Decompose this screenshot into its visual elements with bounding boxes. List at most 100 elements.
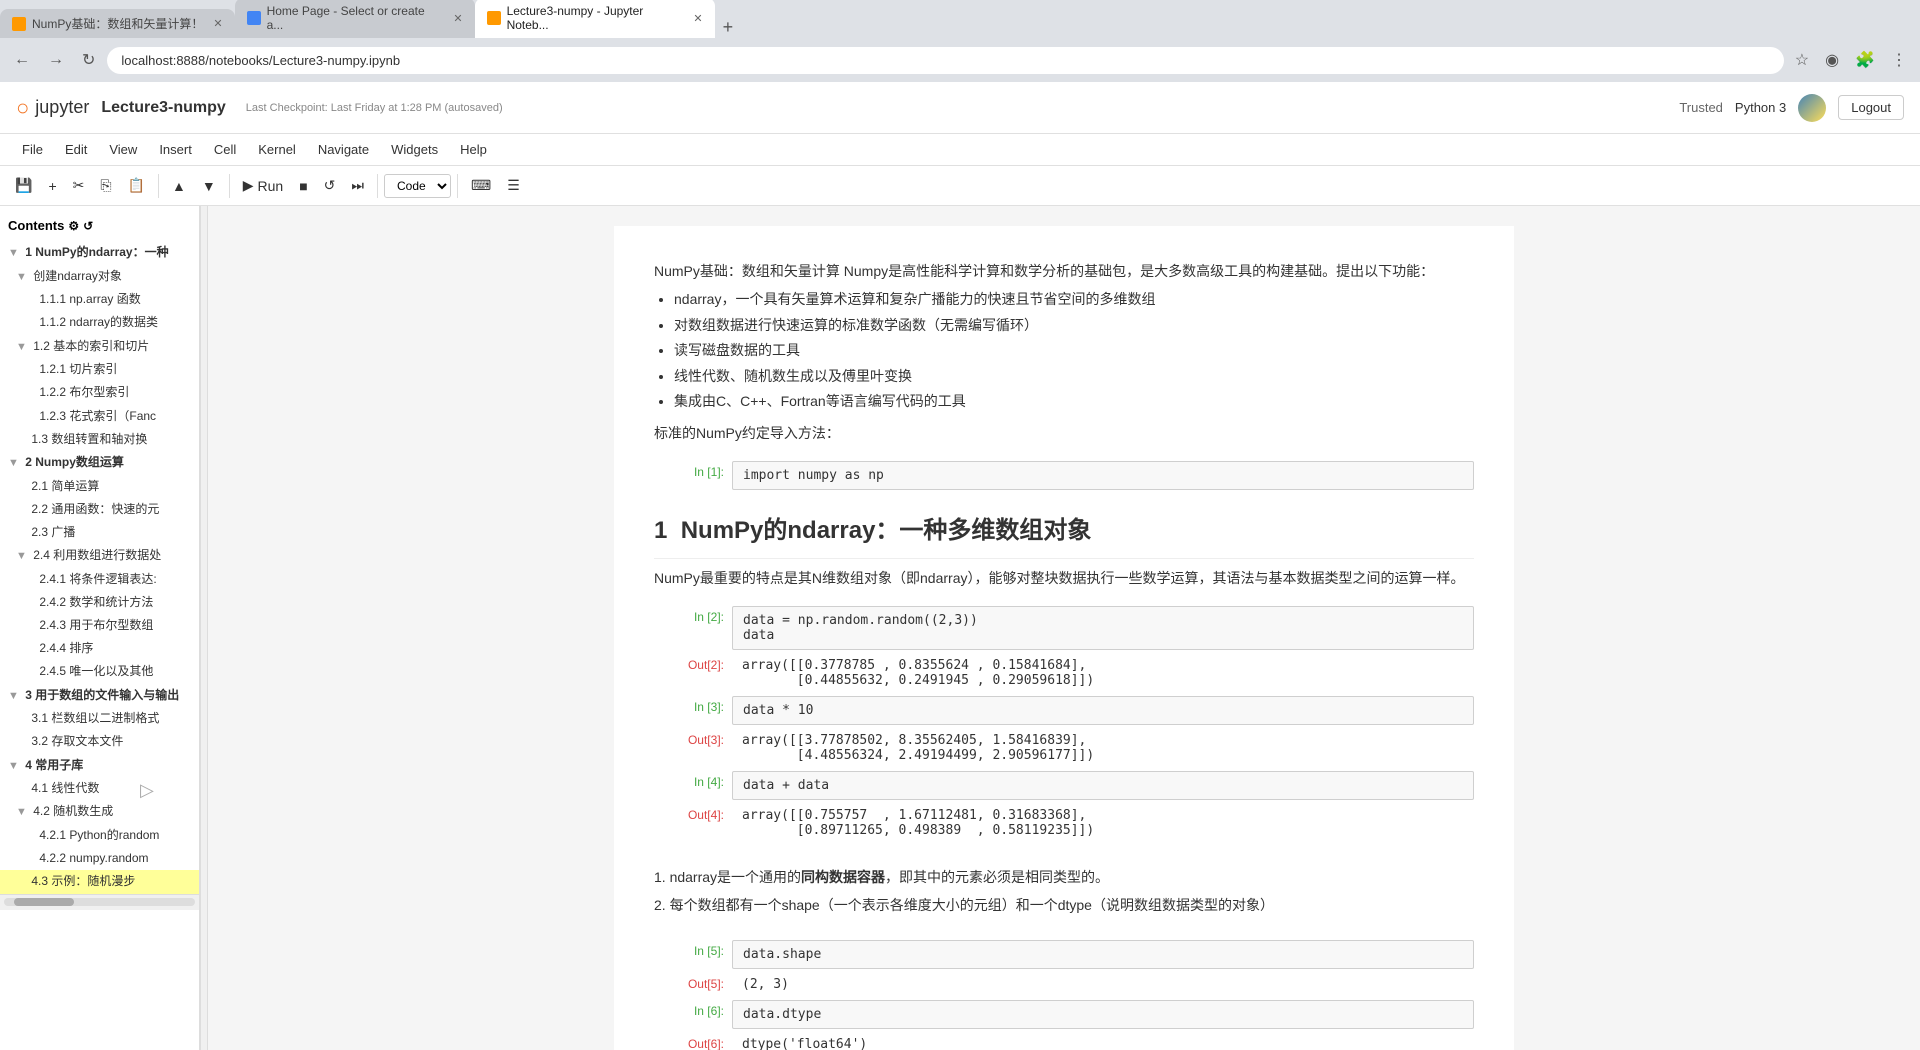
menu-view[interactable]: View <box>99 138 147 161</box>
sidebar-settings-icon[interactable]: ⚙ <box>68 219 79 233</box>
menu-file[interactable]: File <box>12 138 53 161</box>
address-bar: ← → ↻ localhost:8888/notebooks/Lecture3-… <box>0 38 1920 82</box>
code-box-5[interactable]: data.shape <box>732 940 1474 969</box>
menu-edit[interactable]: Edit <box>55 138 97 161</box>
move-down-button[interactable]: ▼ <box>195 174 223 198</box>
sidebar-header: Contents ⚙ ↺ <box>0 214 199 241</box>
sidebar-item-10[interactable]: 2.1 简单运算 <box>0 475 199 498</box>
tab1-favicon <box>12 17 26 31</box>
profile-icon[interactable]: ◉ <box>1820 46 1844 74</box>
code-box-4[interactable]: data + data <box>732 771 1474 800</box>
forward-button[interactable]: → <box>42 47 70 73</box>
tab2-close[interactable]: ✕ <box>453 12 462 25</box>
logout-button[interactable]: Logout <box>1838 95 1904 120</box>
sidebar-item-0[interactable]: ▼ 1 NumPy的ndarray：一种 <box>0 241 199 265</box>
sidebar-item-16[interactable]: 2.4.3 用于布尔型数组 <box>0 614 199 637</box>
run-button[interactable]: ▶ Run <box>236 173 290 198</box>
section1-heading: 1 NumPy的ndarray：一种多维数组对象 NumPy最重要的特点是其N维… <box>654 492 1474 604</box>
menu-help[interactable]: Help <box>450 138 497 161</box>
paste-button[interactable]: 📋 <box>121 173 152 198</box>
move-up-button[interactable]: ▲ <box>165 174 193 198</box>
cell-row-in-6: In [6]: data.dtype <box>654 1000 1474 1029</box>
menu-navigate[interactable]: Navigate <box>308 138 379 161</box>
sidebar-item-27[interactable]: 4.3 示例：随机漫步 <box>0 870 199 893</box>
menu-insert[interactable]: Insert <box>149 138 202 161</box>
tab3-close[interactable]: ✕ <box>693 12 702 25</box>
sidebar-scroll-thumb[interactable] <box>14 898 74 906</box>
cell-in-label-3: In [3]: <box>654 696 724 714</box>
sidebar-item-5[interactable]: 1.2.1 切片索引 <box>0 358 199 381</box>
notebook-title[interactable]: Lecture3-numpy <box>101 99 225 117</box>
menu-widgets[interactable]: Widgets <box>381 138 448 161</box>
cut-button[interactable]: ✂ <box>66 173 92 198</box>
feature-1: 对数组数据进行快速运算的标准数学函数（无需编写循环） <box>674 314 1474 336</box>
code-box-6[interactable]: data.dtype <box>732 1000 1474 1029</box>
copy-button[interactable]: ⎘ <box>93 173 118 198</box>
cell-in-label-5: In [5]: <box>654 940 724 958</box>
sidebar-item-13[interactable]: ▼ 2.4 利用数组进行数据处 <box>0 544 199 568</box>
sidebar-item-7[interactable]: 1.2.3 花式索引（Fanc <box>0 405 199 428</box>
bookmark-icon[interactable]: ☆ <box>1790 46 1814 74</box>
tab-1[interactable]: NumPy基础：数组和矢量计算！ ✕ <box>0 9 235 38</box>
new-tab-button[interactable]: + <box>715 17 742 38</box>
sidebar-item-6[interactable]: 1.2.2 布尔型索引 <box>0 381 199 404</box>
cell-row-in-2: In [2]: data = np.random.random((2,3)) d… <box>654 606 1474 650</box>
save-button[interactable]: 💾 <box>8 173 39 198</box>
sidebar-scroll-track[interactable] <box>4 898 195 906</box>
sidebar-item-14[interactable]: 2.4.1 将条件逻辑表达: <box>0 568 199 591</box>
menu-icon[interactable]: ⋮ <box>1886 46 1912 74</box>
code-box-1[interactable]: import numpy as np <box>732 461 1474 490</box>
sidebar-item-19[interactable]: ▼ 3 用于数组的文件输入与输出 <box>0 684 199 708</box>
restart-button[interactable]: ↺ <box>317 173 343 198</box>
sidebar-item-17[interactable]: 2.4.4 排序 <box>0 637 199 660</box>
add-cell-button[interactable]: + <box>41 174 63 198</box>
reload-button[interactable]: ↻ <box>76 46 101 74</box>
url-box[interactable]: localhost:8888/notebooks/Lecture3-numpy.… <box>107 47 1783 74</box>
code-cell-6: In [6]: data.dtype Out[6]: dtype('float6… <box>654 998 1474 1050</box>
sidebar-expand-handle[interactable]: ▷ <box>140 780 154 801</box>
sidebar-item-21[interactable]: 3.2 存取文本文件 <box>0 730 199 753</box>
sidebar-item-8[interactable]: 1.3 数组转置和轴对换 <box>0 428 199 451</box>
sidebar-item-23[interactable]: 4.1 线性代数 <box>0 777 199 800</box>
sidebar-resize-handle[interactable] <box>200 206 208 1050</box>
restart-run-button[interactable]: ⏭ <box>344 173 371 198</box>
extensions-icon[interactable]: 🧩 <box>1850 46 1880 74</box>
sidebar-item-3[interactable]: 1.1.2 ndarray的数据类 <box>0 311 199 334</box>
sidebar-item-25[interactable]: 4.2.1 Python的random <box>0 824 199 847</box>
sidebar-item-20[interactable]: 3.1 栏数组以二进制格式 <box>0 707 199 730</box>
menu-kernel[interactable]: Kernel <box>248 138 306 161</box>
keyboard-shortcuts-button[interactable]: ⌨ <box>464 173 498 198</box>
sidebar-item-4[interactable]: ▼ 1.2 基本的索引和切片 <box>0 335 199 359</box>
sidebar-item-24[interactable]: ▼ 4.2 随机数生成 <box>0 800 199 824</box>
feature-0: ndarray，一个具有矢量算术运算和复杂广播能力的快速且节省空间的多维数组 <box>674 288 1474 310</box>
interrupt-button[interactable]: ■ <box>292 174 314 198</box>
code-box-2[interactable]: data = np.random.random((2,3)) data <box>732 606 1474 650</box>
tab-3[interactable]: Lecture3-numpy - Jupyter Noteb... ✕ <box>475 0 715 38</box>
code-cell-5: In [5]: data.shape Out[5]: (2, 3) <box>654 938 1474 998</box>
url-text: localhost:8888/notebooks/Lecture3-numpy.… <box>121 53 400 68</box>
notebook-area[interactable]: NumPy基础：数组和矢量计算 Numpy是高性能科学计算和数学分析的基础包，是… <box>208 206 1920 1050</box>
code-box-3[interactable]: data * 10 <box>732 696 1474 725</box>
sidebar-item-12[interactable]: 2.3 广播 <box>0 521 199 544</box>
menu-cell[interactable]: Cell <box>204 138 246 161</box>
sidebar-item-9[interactable]: ▼ 2 Numpy数组运算 <box>0 451 199 475</box>
output-box-2: array([[0.3778785 , 0.8355624 , 0.158416… <box>732 654 1474 692</box>
sidebar-scrollbar[interactable] <box>0 894 199 910</box>
sidebar-item-2[interactable]: 1.1.1 np.array 函数 <box>0 288 199 311</box>
notes-cell: 1. ndarray是一个通用的同构数据容器，即其中的元素必须是相同类型的。 2… <box>654 852 1474 931</box>
cell-type-select[interactable]: Code <box>384 174 451 198</box>
sidebar-item-1[interactable]: ▼ 创建ndarray对象 <box>0 265 199 289</box>
tab-2[interactable]: Home Page - Select or create a... ✕ <box>235 0 475 38</box>
tab1-close[interactable]: ✕ <box>213 17 222 30</box>
sidebar-item-26[interactable]: 4.2.2 numpy.random <box>0 847 199 870</box>
sidebar-item-15[interactable]: 2.4.2 数学和统计方法 <box>0 591 199 614</box>
sidebar-item-18[interactable]: 2.4.5 唯一化以及其他 <box>0 660 199 683</box>
sidebar-refresh-icon[interactable]: ↺ <box>83 219 93 233</box>
tab3-label: Lecture3-numpy - Jupyter Noteb... <box>507 4 684 32</box>
back-button[interactable]: ← <box>8 47 36 73</box>
sidebar-item-11[interactable]: 2.2 通用函数：快速的元 <box>0 498 199 521</box>
toolbar-sep3 <box>377 174 378 198</box>
sidebar-item-22[interactable]: ▼ 4 常用子库 <box>0 754 199 778</box>
cell-row-out-3: Out[3]: array([[3.77878502, 8.35562405, … <box>654 729 1474 767</box>
toggle-toolbar-button[interactable]: ☰ <box>500 173 527 198</box>
